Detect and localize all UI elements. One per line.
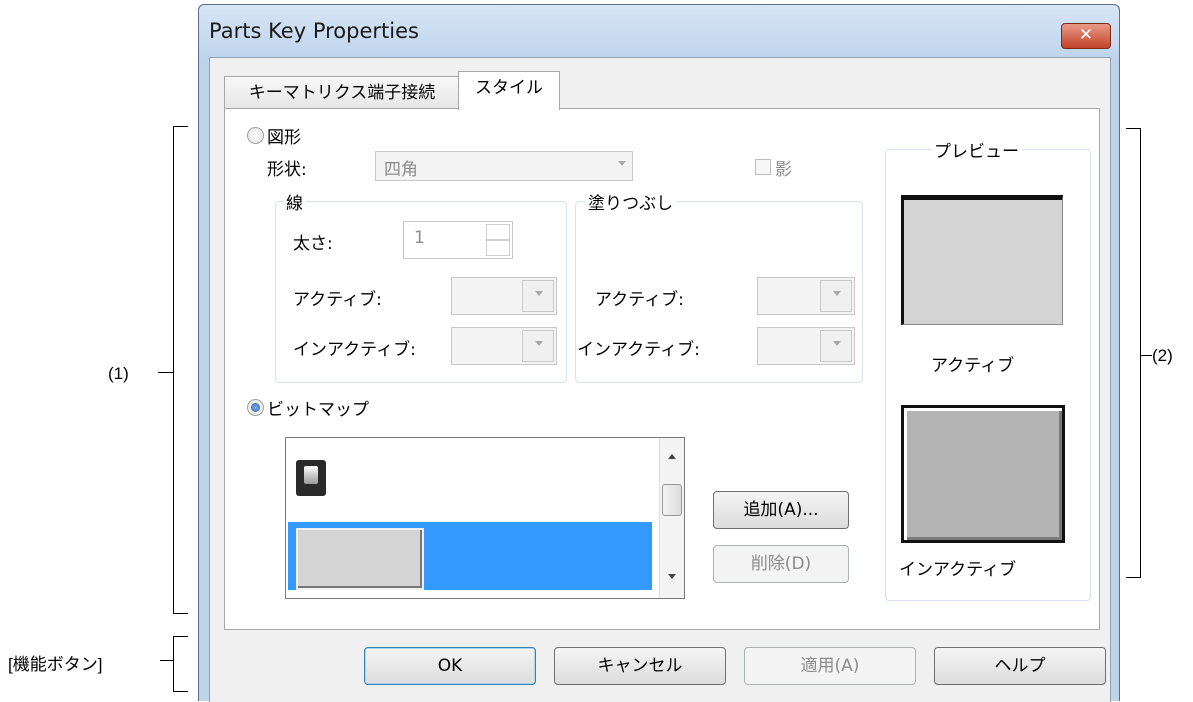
bracket-tick-area-1 <box>158 372 173 373</box>
shape-radio[interactable] <box>247 127 264 144</box>
bitmap-radio-label: ビットマップ <box>267 400 369 420</box>
tab-style[interactable]: スタイル <box>458 71 560 110</box>
shadow-checkbox[interactable] <box>755 159 771 175</box>
shape-type-value: 四角 <box>384 160 418 180</box>
window-title: Parts Key Properties <box>209 19 419 43</box>
line-active-color-select[interactable] <box>451 277 557 315</box>
bracket-function-buttons <box>173 636 188 692</box>
close-icon: ✕ <box>1078 25 1094 45</box>
scroll-thumb[interactable] <box>662 484 682 516</box>
list-item-selected[interactable] <box>288 522 652 590</box>
spin-down-icon[interactable] <box>486 240 510 256</box>
ok-button-label: OK <box>437 656 463 676</box>
scroll-down-icon[interactable] <box>668 574 676 579</box>
fill-active-color-select[interactable] <box>757 277 855 315</box>
line-thickness-label: 太さ: <box>293 234 333 254</box>
apply-button[interactable]: 適用(A) <box>744 647 916 685</box>
delete-bitmap-button-label: 削除(D) <box>750 554 812 574</box>
line-group-title: 線 <box>283 189 306 214</box>
delete-bitmap-button[interactable]: 削除(D) <box>713 545 849 583</box>
shape-type-select[interactable]: 四角 <box>375 151 633 181</box>
shadow-label: 影 <box>775 160 792 180</box>
bracket-area-1 <box>173 126 188 614</box>
button-bitmap-icon <box>296 528 424 590</box>
ok-button[interactable]: OK <box>364 647 536 685</box>
dialog-client: キーマトリクス端子接続 スタイル 図形 形状: 四角 影 線 太さ: 1 アクテ… <box>209 57 1111 702</box>
chevron-down-icon <box>535 291 543 296</box>
tab-style-label: スタイル <box>475 78 543 98</box>
add-bitmap-button-label: 追加(A)... <box>743 500 819 520</box>
spin-up-icon[interactable] <box>486 224 510 240</box>
line-thickness-spinner[interactable]: 1 <box>403 221 513 259</box>
apply-button-label: 適用(A) <box>800 656 860 676</box>
bitmap-list[interactable] <box>285 437 685 599</box>
cancel-button[interactable]: キャンセル <box>554 647 726 685</box>
tab-key-matrix-label: キーマトリクス端子接続 <box>248 83 436 103</box>
title-bar[interactable]: Parts Key Properties ✕ <box>199 5 1119 61</box>
close-button[interactable]: ✕ <box>1061 23 1111 49</box>
preview-active-label: アクティブ <box>931 356 1015 376</box>
list-item[interactable] <box>286 438 656 508</box>
dialog-window: Parts Key Properties ✕ キーマトリクス端子接続 スタイル … <box>198 4 1120 702</box>
fill-inactive-color-select[interactable] <box>757 327 855 365</box>
preview-inactive-label: インアクティブ <box>899 560 1017 580</box>
add-bitmap-button[interactable]: 追加(A)... <box>713 491 849 529</box>
tab-key-matrix[interactable]: キーマトリクス端子接続 <box>224 76 460 109</box>
chevron-down-icon <box>618 161 626 166</box>
line-inactive-color-select[interactable] <box>451 327 557 365</box>
line-thickness-value: 1 <box>414 228 425 248</box>
bracket-tick-function-buttons <box>160 660 173 661</box>
preview-inactive <box>901 405 1065 543</box>
bracket-tick-area-2 <box>1140 355 1152 356</box>
chevron-down-icon <box>833 291 841 296</box>
fill-active-label: アクティブ: <box>595 290 684 310</box>
preview-title: プレビュー <box>931 137 1022 162</box>
fill-inactive-label: インアクティブ: <box>577 340 700 360</box>
help-button[interactable]: ヘルプ <box>934 647 1106 685</box>
chevron-down-icon <box>833 341 841 346</box>
annotation-function-buttons: [機能ボタン] <box>8 655 103 674</box>
shape-type-label: 形状: <box>267 160 307 180</box>
bitmap-radio[interactable] <box>247 399 264 416</box>
help-button-label: ヘルプ <box>994 656 1046 676</box>
line-active-label: アクティブ: <box>293 290 382 310</box>
bitmap-list-scrollbar[interactable] <box>659 438 684 598</box>
annotation-area-2: (2) <box>1152 346 1173 365</box>
cancel-button-label: キャンセル <box>597 656 683 676</box>
preview-active <box>901 195 1063 325</box>
chevron-down-icon <box>535 341 543 346</box>
line-inactive-label: インアクティブ: <box>293 340 416 360</box>
scroll-up-icon[interactable] <box>668 454 676 459</box>
style-tab-page: 図形 形状: 四角 影 線 太さ: 1 アクティブ: インアクティブ: 塗りつぶ… <box>224 108 1100 630</box>
bracket-area-2 <box>1126 128 1141 578</box>
fill-group-title: 塗りつぶし <box>585 189 677 214</box>
shape-radio-label: 図形 <box>267 128 301 148</box>
annotation-area-1: (1) <box>108 364 129 383</box>
key-bitmap-icon <box>296 460 326 496</box>
